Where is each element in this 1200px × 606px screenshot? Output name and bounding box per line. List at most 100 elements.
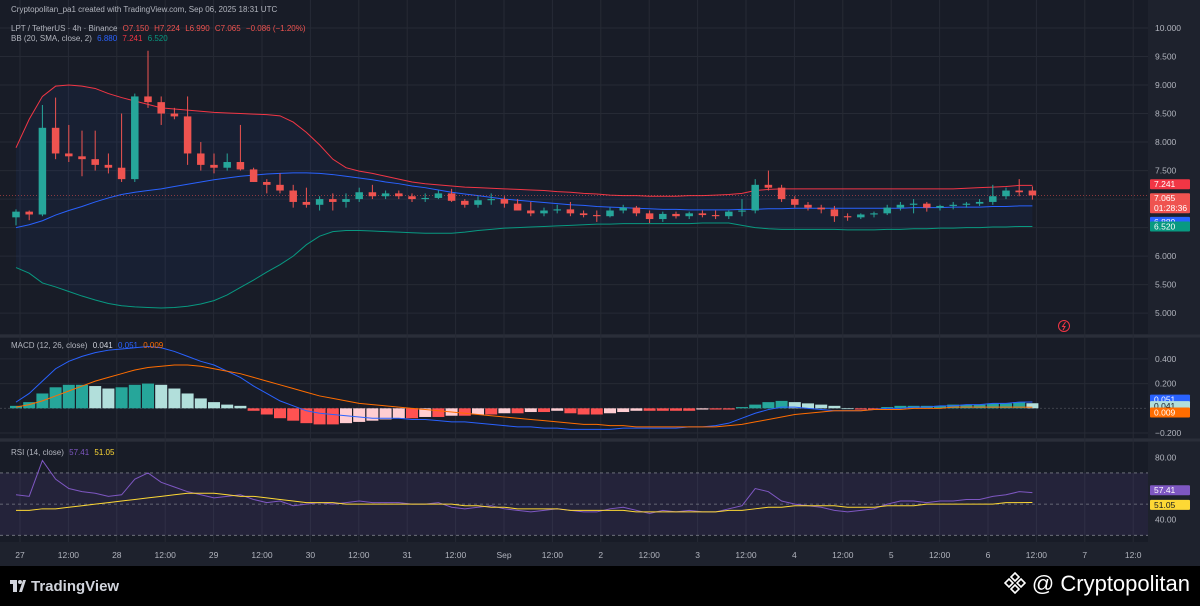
time-tick-label: 12:00 xyxy=(251,550,273,560)
candle xyxy=(949,204,957,206)
candle xyxy=(645,213,654,220)
candle xyxy=(883,207,891,214)
time-tick-label: 12:00 xyxy=(1026,550,1048,560)
macd-histogram-bar xyxy=(696,408,709,410)
macd-histogram-bar xyxy=(62,384,75,409)
symbol-legend[interactable]: LPT / TetherUS · 4h · Binance O7.150 H7.… xyxy=(11,24,309,33)
candle xyxy=(381,193,390,197)
macd-histogram-bar xyxy=(353,408,366,422)
candle xyxy=(289,190,297,202)
ohlc-open: O7.150 xyxy=(122,24,149,33)
macd-histogram-bar xyxy=(538,408,550,413)
macd-histogram-bar xyxy=(577,408,590,415)
candle xyxy=(896,204,905,208)
macd-signal-value: 0.009 xyxy=(143,341,164,350)
candle xyxy=(131,96,139,180)
time-tick-label: 27 xyxy=(15,550,25,560)
time-tick-label: 12:00 xyxy=(445,550,467,560)
macd-histogram-bar xyxy=(973,404,986,409)
candle xyxy=(315,199,324,205)
macd-histogram-bar xyxy=(670,408,682,411)
candle xyxy=(975,201,984,204)
candle xyxy=(685,213,693,217)
candle xyxy=(909,203,918,205)
macd-histogram-bar xyxy=(683,408,696,411)
price-tick-label: 10.000 xyxy=(1155,23,1181,33)
macd-hist-value: 0.041 xyxy=(92,341,113,350)
macd-histogram-bar xyxy=(392,408,405,419)
candle xyxy=(817,207,825,210)
ohlc-close: C7.065 xyxy=(214,24,241,33)
rsi-ma-badge: 51.05 xyxy=(1154,500,1176,510)
price-tick-label: 6.000 xyxy=(1155,251,1177,261)
candle xyxy=(725,211,733,217)
candle xyxy=(659,213,667,220)
price-tick-label: 8.500 xyxy=(1155,109,1177,119)
candle xyxy=(566,209,575,214)
credit-text: Cryptopolitan_pa1 created with TradingVi… xyxy=(11,5,278,14)
chart-credit: Cryptopolitan_pa1 created with TradingVi… xyxy=(11,5,280,14)
macd-histogram-bar xyxy=(643,408,656,411)
candle xyxy=(91,159,99,165)
candle xyxy=(302,201,311,205)
rsi-ma-value: 51.05 xyxy=(94,448,115,457)
rsi-label[interactable]: RSI (14, close) xyxy=(11,448,64,457)
candle xyxy=(500,199,509,204)
time-tick-label: 28 xyxy=(112,550,122,560)
candle xyxy=(183,116,192,154)
macd-histogram-bar xyxy=(485,408,498,415)
tradingview-logo[interactable]: TradingView xyxy=(10,578,119,595)
candle xyxy=(711,215,720,217)
macd-label[interactable]: MACD (12, 26, close) xyxy=(11,341,87,350)
chart-canvas[interactable]: 10.0009.5009.0008.5008.0007.5007.0006.50… xyxy=(0,0,1200,566)
candle xyxy=(157,102,165,114)
candle xyxy=(553,209,561,211)
symbol-name[interactable]: LPT / TetherUS · 4h · Binance xyxy=(11,24,117,33)
macd-tick-label: 0.400 xyxy=(1155,354,1177,364)
macd-histogram-bar xyxy=(221,404,234,409)
footer-bar: TradingView @ Cryptopolitan xyxy=(0,566,1200,606)
binance-diamond-icon xyxy=(1003,572,1026,594)
macd-line-value: 0.051 xyxy=(117,341,138,350)
macd-histogram-bar xyxy=(313,408,326,425)
macd-histogram-bar xyxy=(181,393,194,409)
price-tick-label: 8.000 xyxy=(1155,137,1177,147)
candle xyxy=(329,199,337,202)
time-tick-label: 6 xyxy=(986,550,991,560)
candle xyxy=(197,153,205,165)
macd-histogram-bar xyxy=(287,408,300,421)
rsi-legend[interactable]: RSI (14, close) 57.41 51.05 xyxy=(11,448,117,457)
ohlc-low: L6.990 xyxy=(185,24,210,33)
macd-histogram-bar xyxy=(736,407,748,409)
candle xyxy=(65,153,73,157)
macd-histogram-bar xyxy=(564,408,577,414)
tradingview-logo-icon xyxy=(10,580,26,592)
macd-histogram-bar xyxy=(617,408,630,413)
time-tick-label: 12:00 xyxy=(639,550,661,560)
candle xyxy=(632,207,641,214)
macd-histogram-bar xyxy=(498,408,511,414)
candle xyxy=(395,193,403,197)
macd-legend[interactable]: MACD (12, 26, close) 0.041 0.051 0.009 xyxy=(11,341,166,350)
candle xyxy=(593,215,601,217)
candle xyxy=(751,184,759,211)
time-tick-label: 5 xyxy=(889,550,894,560)
bb-legend[interactable]: BB (20, SMA, close, 2) 6.880 7.241 6.520 xyxy=(11,34,171,43)
time-tick-label: 12:00 xyxy=(832,550,854,560)
macd-tick-label: 0.200 xyxy=(1155,379,1177,389)
time-tick-label: 12:00 xyxy=(155,550,177,560)
candle xyxy=(989,196,997,202)
macd-histogram-bar xyxy=(854,408,867,410)
bb-label[interactable]: BB (20, SMA, close, 2) xyxy=(11,34,92,43)
macd-histogram-bar xyxy=(208,402,220,409)
bb-lower-value: 6.520 xyxy=(147,34,168,43)
last-price-badge: 7.065 xyxy=(1154,193,1176,203)
candle xyxy=(342,199,350,202)
macd-signal-badge: 0.009 xyxy=(1154,408,1176,418)
candle xyxy=(461,200,469,205)
macd-histogram-bar xyxy=(828,405,841,409)
candle xyxy=(144,96,152,103)
macd-histogram-bar xyxy=(630,408,643,411)
price-tick-label: 9.500 xyxy=(1155,52,1177,62)
candle xyxy=(619,207,627,211)
